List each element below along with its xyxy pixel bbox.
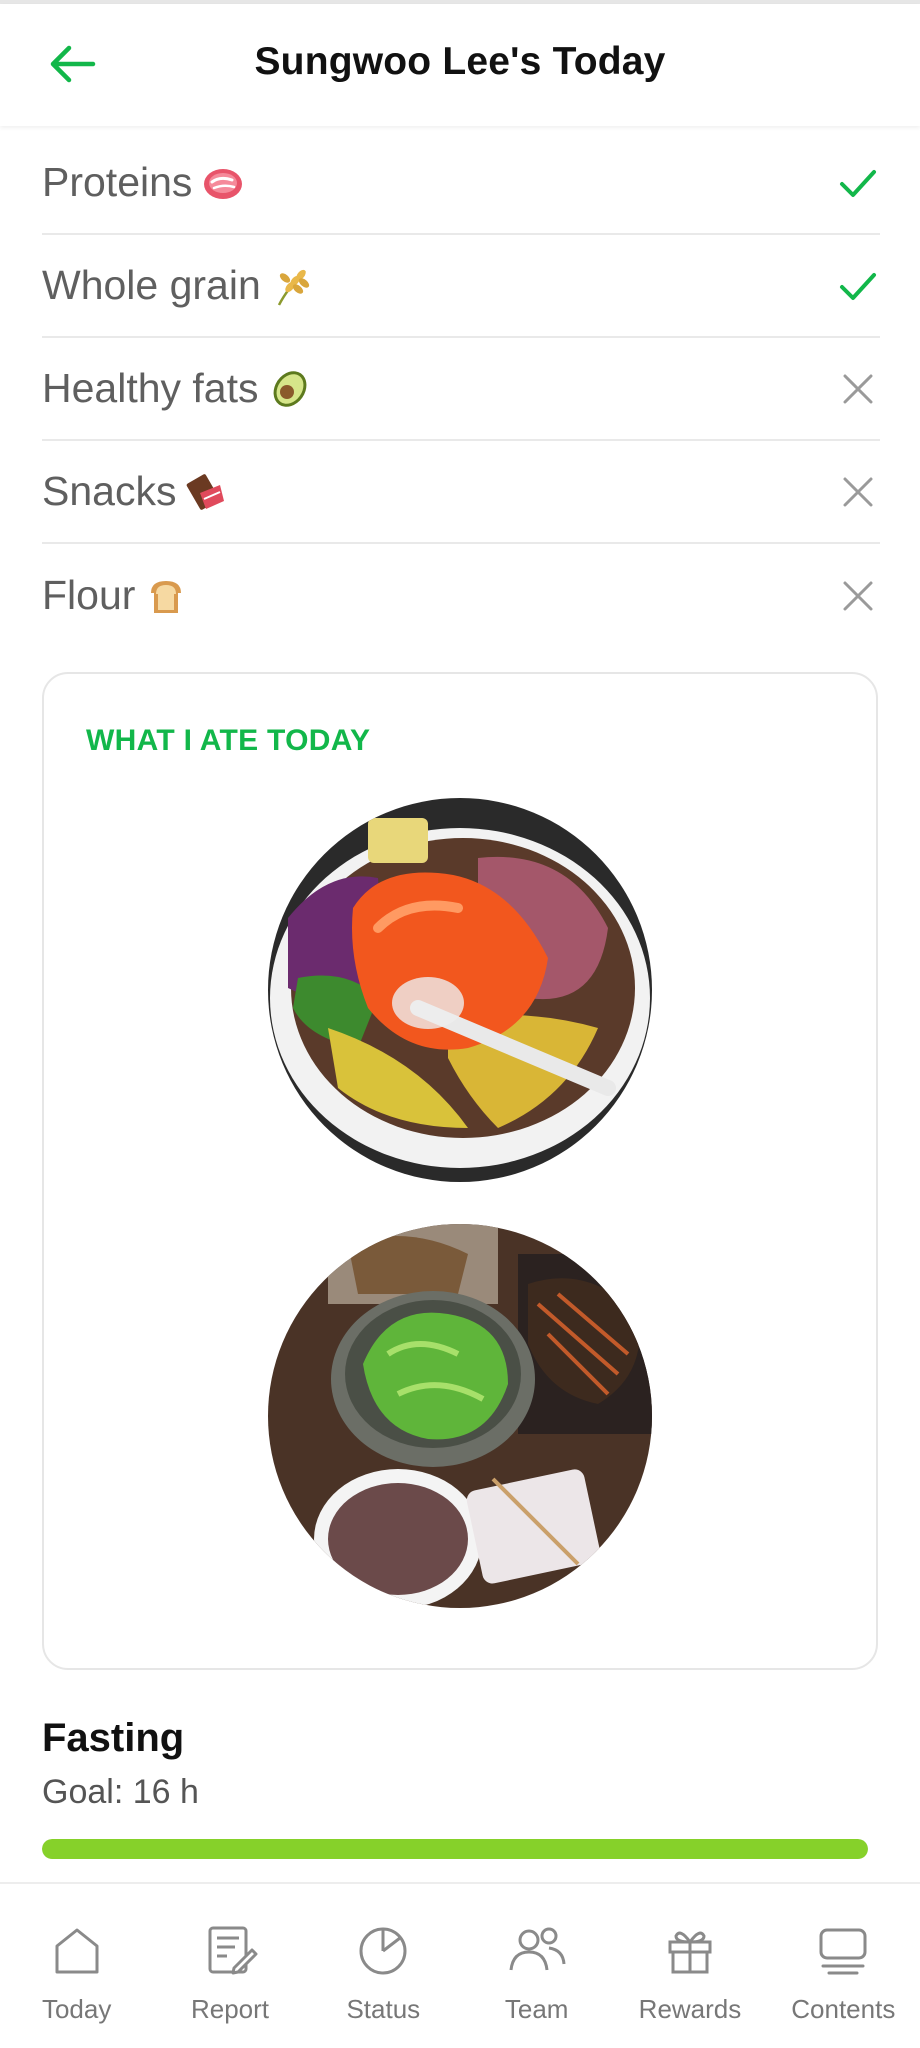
tab-label: Today: [41, 1994, 112, 2024]
checklist-item-flour: Flour: [42, 544, 880, 647]
bottom-tab-bar: Today Report Status Team Rewards Content…: [0, 1882, 920, 2048]
pie-chart-icon: [353, 1920, 413, 1980]
tab-label: Report: [190, 1994, 270, 2024]
tab-rewards[interactable]: Rewards: [613, 1884, 766, 2048]
checklist-item-whole-grain: Whole grain: [42, 235, 880, 338]
checklist-item-label: Healthy fats: [42, 365, 259, 411]
checklist-item-proteins: Proteins: [42, 132, 880, 235]
tab-status[interactable]: Status: [307, 1884, 460, 2048]
checklist-item-healthy-fats: Healthy fats: [42, 338, 880, 441]
meal-image-bibimbap: [268, 798, 652, 1182]
tab-label: Status: [346, 1994, 421, 2024]
section-title: WHAT I ATE TODAY: [86, 724, 371, 757]
tab-report[interactable]: Report: [153, 1884, 306, 2048]
checklist-item-label: Proteins: [42, 159, 193, 205]
rice-stalk-icon: [277, 269, 309, 306]
home-icon: [47, 1920, 107, 1980]
meat-icon: [204, 168, 243, 199]
checklist-item-snacks: Snacks: [42, 441, 880, 544]
close-icon: [836, 470, 880, 514]
tab-label: Team: [504, 1994, 569, 2024]
fasting-title: Fasting: [42, 1716, 185, 1760]
fasting-goal: Goal: 16 h: [42, 1773, 199, 1811]
gift-icon: [660, 1920, 720, 1980]
bread-icon: [151, 580, 182, 613]
checklist-item-label: Whole grain: [42, 262, 261, 308]
tab-today[interactable]: Today: [0, 1884, 153, 2048]
checklist-item-label: Snacks: [42, 468, 177, 514]
checklist-item-label: Flour: [42, 572, 136, 618]
contents-icon: [813, 1920, 873, 1980]
meal-photo[interactable]: [268, 1224, 652, 1608]
close-icon: [836, 367, 880, 411]
report-icon: [200, 1920, 260, 1980]
tab-contents[interactable]: Contents: [767, 1884, 920, 2048]
tab-label: Rewards: [638, 1994, 742, 2024]
fasting-progress-fill: [42, 1839, 868, 1859]
tab-label: Contents: [791, 1994, 896, 2024]
meal-photo[interactable]: [268, 798, 652, 1182]
check-icon: [836, 264, 880, 308]
food-checklist: Proteins Whole grain Healthy fats Snacks…: [42, 132, 880, 647]
tab-team[interactable]: Team: [460, 1884, 613, 2048]
meal-image-table: [268, 1224, 652, 1608]
app-header: Sungwoo Lee's Today: [0, 4, 920, 126]
check-icon: [836, 161, 880, 205]
what-i-ate-card: WHAT I ATE TODAY: [42, 672, 878, 1670]
page-title: Sungwoo Lee's Today: [254, 40, 666, 83]
team-icon: [507, 1920, 567, 1980]
fasting-progress-bar: [42, 1839, 868, 1859]
chocolate-bar-icon: [187, 473, 225, 510]
avocado-icon: [273, 370, 306, 407]
close-icon: [836, 574, 880, 618]
